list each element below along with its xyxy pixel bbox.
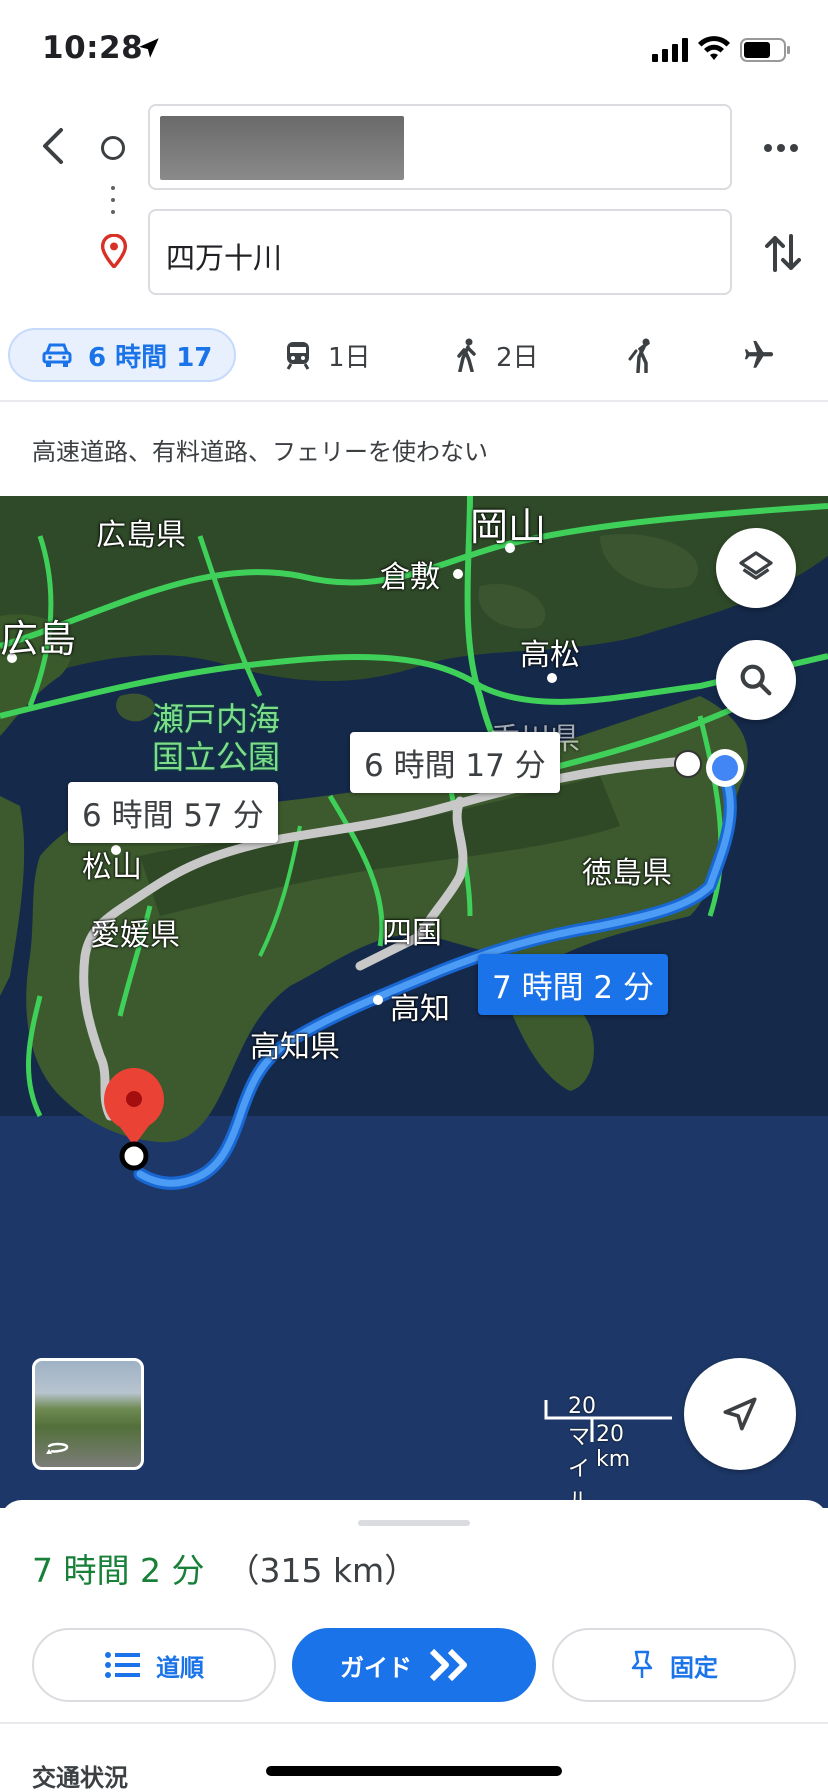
layers-icon bbox=[739, 551, 773, 580]
route-options-text[interactable]: 高速道路、有料道路、フェリーを使わない bbox=[32, 432, 488, 467]
steps-label: 道順 bbox=[156, 1653, 204, 1682]
tab-flights[interactable] bbox=[742, 328, 792, 382]
map-search-button[interactable] bbox=[716, 640, 796, 720]
back-arrow-icon bbox=[43, 128, 63, 164]
tab-transit[interactable]: 1日 bbox=[284, 328, 371, 382]
pin-label: 固定 bbox=[670, 1653, 718, 1682]
pin-icon bbox=[630, 1650, 654, 1680]
battery-icon bbox=[740, 38, 792, 66]
swap-vert-icon bbox=[765, 234, 801, 272]
guide-label: ガイド bbox=[340, 1653, 412, 1682]
car-icon bbox=[42, 342, 72, 368]
traffic-section-title: 交通状況 bbox=[32, 1764, 128, 1792]
route-bottom-sheet[interactable]: 7 時間 2 分 （315 km） 道順 ガイド 固定 交通状況 bbox=[0, 1500, 828, 1792]
route-summary: 7 時間 2 分 （315 km） bbox=[32, 1544, 417, 1592]
guide-start-button[interactable]: ガイド bbox=[292, 1628, 536, 1702]
route-connector-dots bbox=[111, 186, 115, 226]
destination-input[interactable]: 四万十川 bbox=[148, 209, 732, 295]
scale-miles: 20 マイル bbox=[568, 1394, 596, 1508]
double-chevron-right-icon bbox=[428, 1647, 472, 1683]
map-label-kurashiki: 倉敷 bbox=[380, 560, 440, 595]
layers-button[interactable] bbox=[716, 528, 796, 608]
destination-pin-icon bbox=[100, 233, 128, 272]
scale-km: 20 km bbox=[596, 1422, 631, 1472]
tabs-divider bbox=[0, 400, 828, 402]
tab-rideshare[interactable] bbox=[626, 328, 672, 382]
map-label-takamatsu: 高松 bbox=[520, 638, 580, 673]
route-bubble-alt1[interactable]: 6 時間 17 分 bbox=[350, 732, 560, 793]
tab-walking-label: 2日 bbox=[496, 342, 539, 373]
tab-walking[interactable]: 2日 bbox=[454, 328, 539, 382]
status-time: 10:28 bbox=[42, 30, 144, 66]
map-label-matsuyama: 松山 bbox=[82, 850, 142, 885]
list-icon bbox=[104, 1650, 140, 1680]
tab-transit-label: 1日 bbox=[328, 342, 371, 373]
more-horiz-icon bbox=[764, 144, 798, 152]
more-options-button[interactable] bbox=[756, 128, 806, 168]
origin-circle-icon bbox=[101, 136, 125, 160]
map-label-hiroshima: 広島 bbox=[0, 617, 77, 661]
route-distance: （315 km） bbox=[226, 1551, 418, 1590]
back-button[interactable] bbox=[24, 118, 80, 174]
redacted-origin-text bbox=[160, 116, 404, 180]
train-icon bbox=[284, 340, 312, 370]
home-indicator[interactable] bbox=[266, 1766, 562, 1776]
rideshare-icon bbox=[626, 337, 656, 373]
pin-button[interactable]: 固定 bbox=[552, 1628, 796, 1702]
street-view-thumbnail[interactable] bbox=[32, 1358, 144, 1470]
cellular-signal-icon bbox=[652, 38, 690, 66]
wifi-icon bbox=[698, 36, 730, 66]
map-label-ehime: 愛媛県 bbox=[90, 918, 180, 953]
sheet-divider bbox=[0, 1722, 828, 1724]
steps-button[interactable]: 道順 bbox=[32, 1628, 276, 1702]
map-label-setonaikai-park: 瀬戸内海 国立公園 bbox=[152, 700, 281, 776]
airplane-icon bbox=[742, 338, 776, 372]
map-label-tokushima: 徳島県 bbox=[582, 856, 672, 891]
navigation-arrow-icon bbox=[723, 1397, 757, 1431]
map-label-kochi-pref: 高知県 bbox=[250, 1030, 340, 1065]
tab-driving[interactable]: 6 時間 17 bbox=[8, 328, 236, 382]
swap-route-button[interactable] bbox=[758, 228, 808, 278]
map-label-kochi: 高知 bbox=[390, 992, 450, 1027]
map-label-hiroshima-pref: 広島県 bbox=[96, 518, 186, 553]
walk-icon bbox=[454, 338, 480, 372]
origin-input[interactable] bbox=[148, 104, 732, 190]
map-label-shikoku: 四国 bbox=[382, 916, 442, 951]
route-bubble-alt2[interactable]: 6 時間 57 分 bbox=[68, 782, 278, 843]
search-icon bbox=[740, 664, 772, 696]
my-location-button[interactable] bbox=[684, 1358, 796, 1470]
route-bubble-selected[interactable]: 7 時間 2 分 bbox=[478, 954, 669, 1015]
route-duration: 7 時間 2 分 bbox=[32, 1551, 205, 1590]
street-view-rotate-icon bbox=[46, 1442, 69, 1454]
tab-driving-label: 6 時間 17 bbox=[88, 342, 213, 373]
sheet-drag-handle[interactable] bbox=[358, 1520, 470, 1526]
destination-input-value: 四万十川 bbox=[166, 241, 283, 275]
travel-mode-tabs: 6 時間 17 1日 2日 bbox=[0, 318, 828, 398]
map-label-okayama: 岡山 bbox=[470, 505, 547, 549]
location-arrow-icon bbox=[136, 35, 162, 65]
map-view[interactable]: 岡山 広島県 広島 倉敷 高松 香川県 瀬戸内海 国立公園 松山 愛媛県 徳島県… bbox=[0, 496, 828, 1508]
status-bar: 10:28 bbox=[0, 0, 828, 96]
